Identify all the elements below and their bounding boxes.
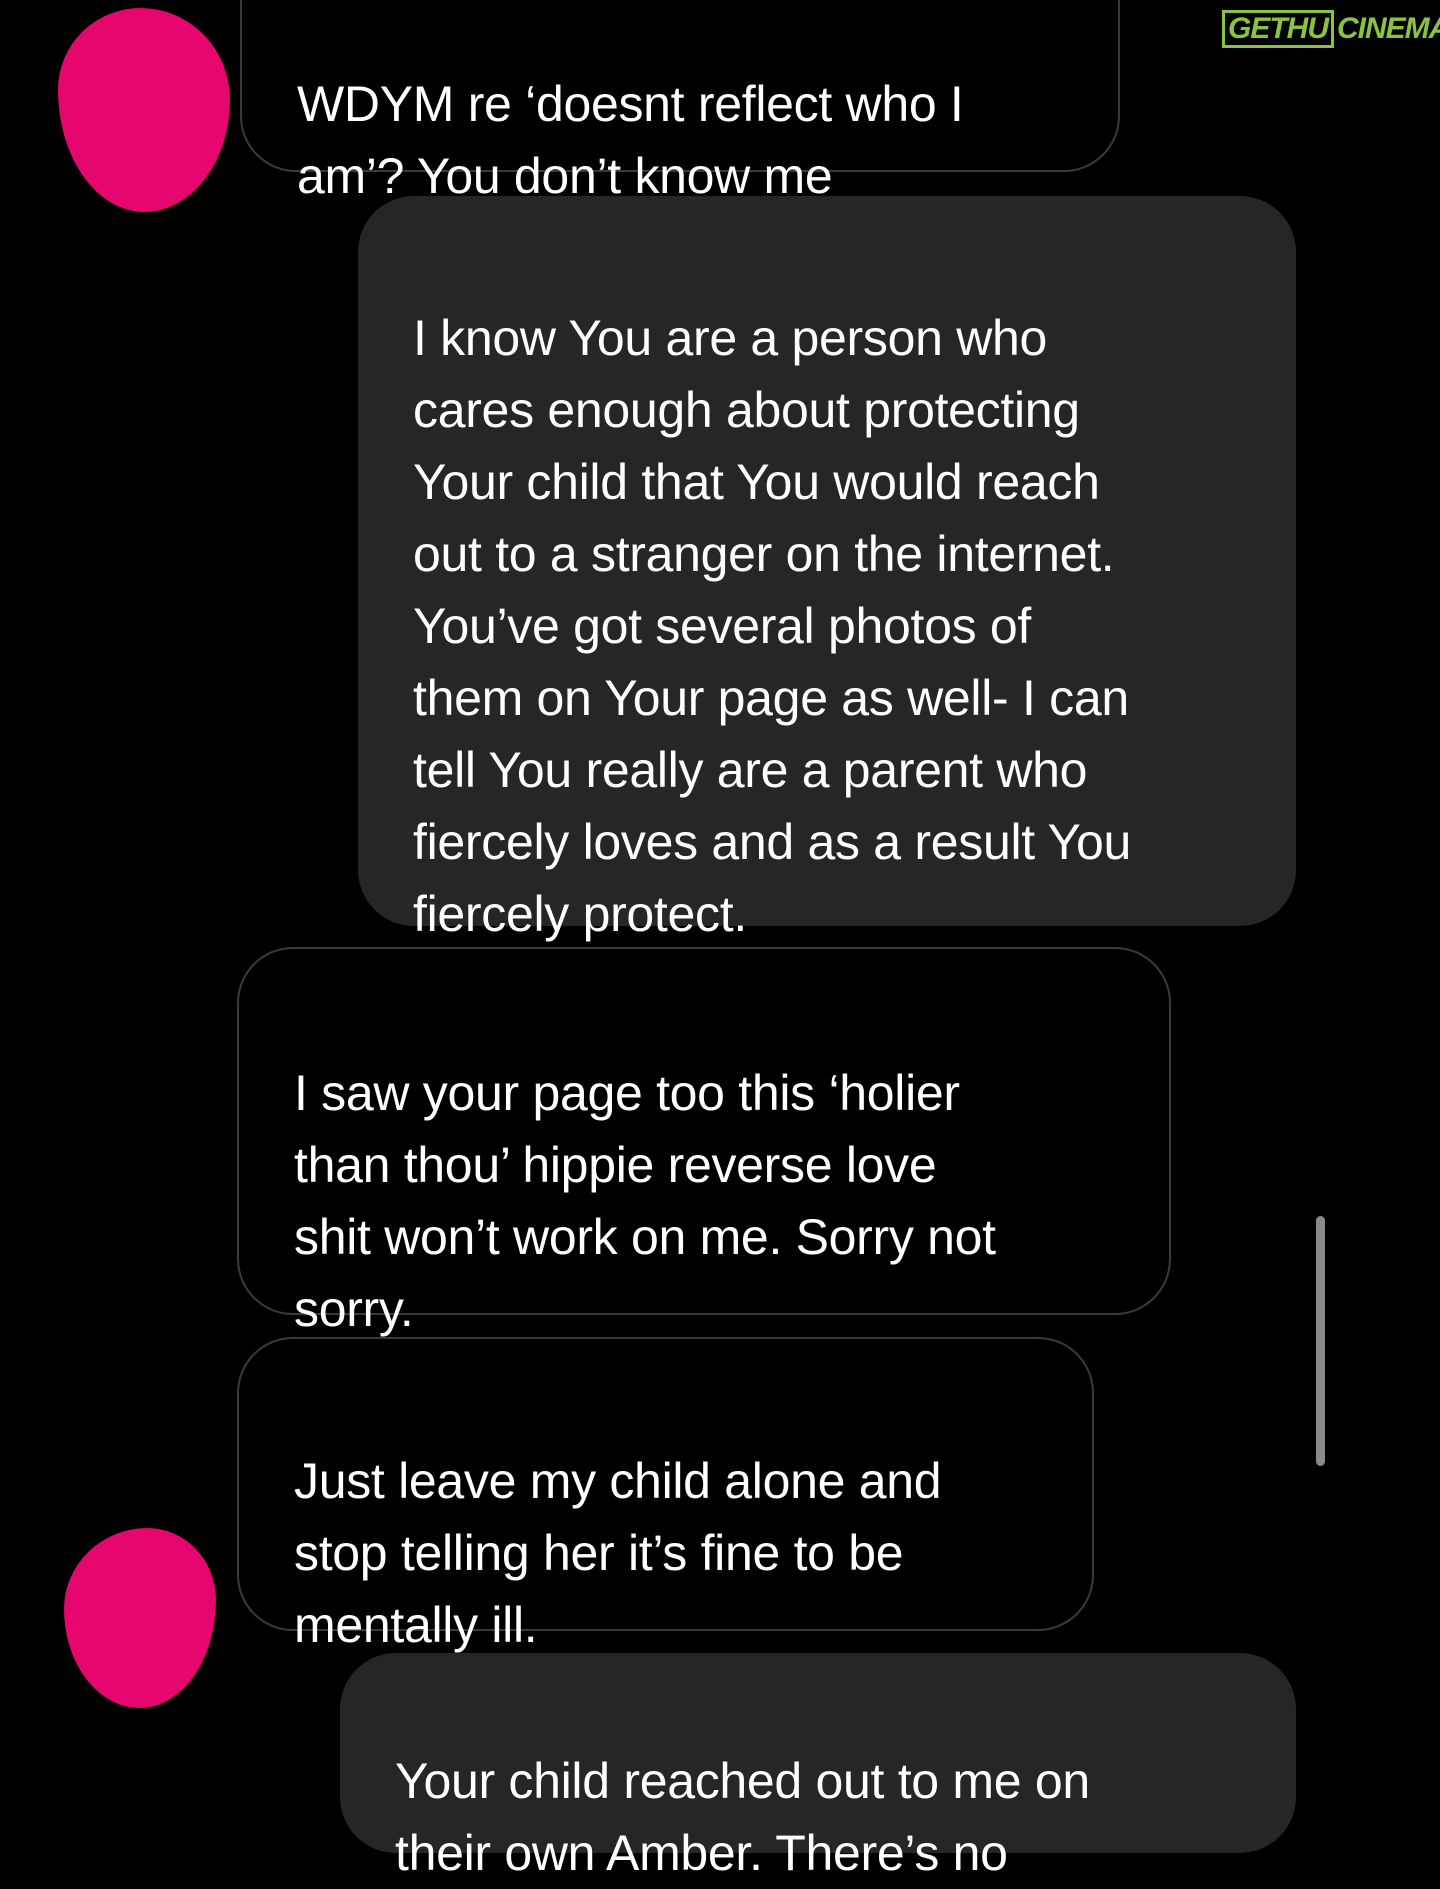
avatar[interactable] <box>64 1528 216 1708</box>
scrollbar-thumb[interactable] <box>1316 1216 1325 1466</box>
message-text: Just leave my child alone and stop telli… <box>294 1453 942 1653</box>
message-bubble-incoming[interactable]: Just leave my child alone and stop telli… <box>237 1337 1094 1653</box>
message-bubble-outgoing[interactable]: Your child reached out to me on their ow… <box>340 1653 1296 1881</box>
message-bubble-incoming[interactable]: WDYM re ‘doesnt reflect who I am’? You d… <box>240 0 1120 204</box>
message-text: Your child reached out to me on their ow… <box>395 1753 1090 1881</box>
message-text: I saw your page too this ‘holier than th… <box>294 1065 996 1337</box>
watermark-box-text: GETHU <box>1222 10 1334 48</box>
watermark-logo: GETHU CINEMA <box>1222 10 1440 48</box>
avatar[interactable] <box>58 8 230 212</box>
message-text: WDYM re ‘doesnt reflect who I am’? You d… <box>297 76 964 204</box>
watermark-text: CINEMA <box>1337 12 1440 45</box>
message-bubble-incoming[interactable]: I saw your page too this ‘holier than th… <box>237 947 1171 1337</box>
message-bubble-outgoing[interactable]: I know You are a person who cares enough… <box>358 196 1296 942</box>
message-text: I know You are a person who cares enough… <box>413 310 1132 942</box>
